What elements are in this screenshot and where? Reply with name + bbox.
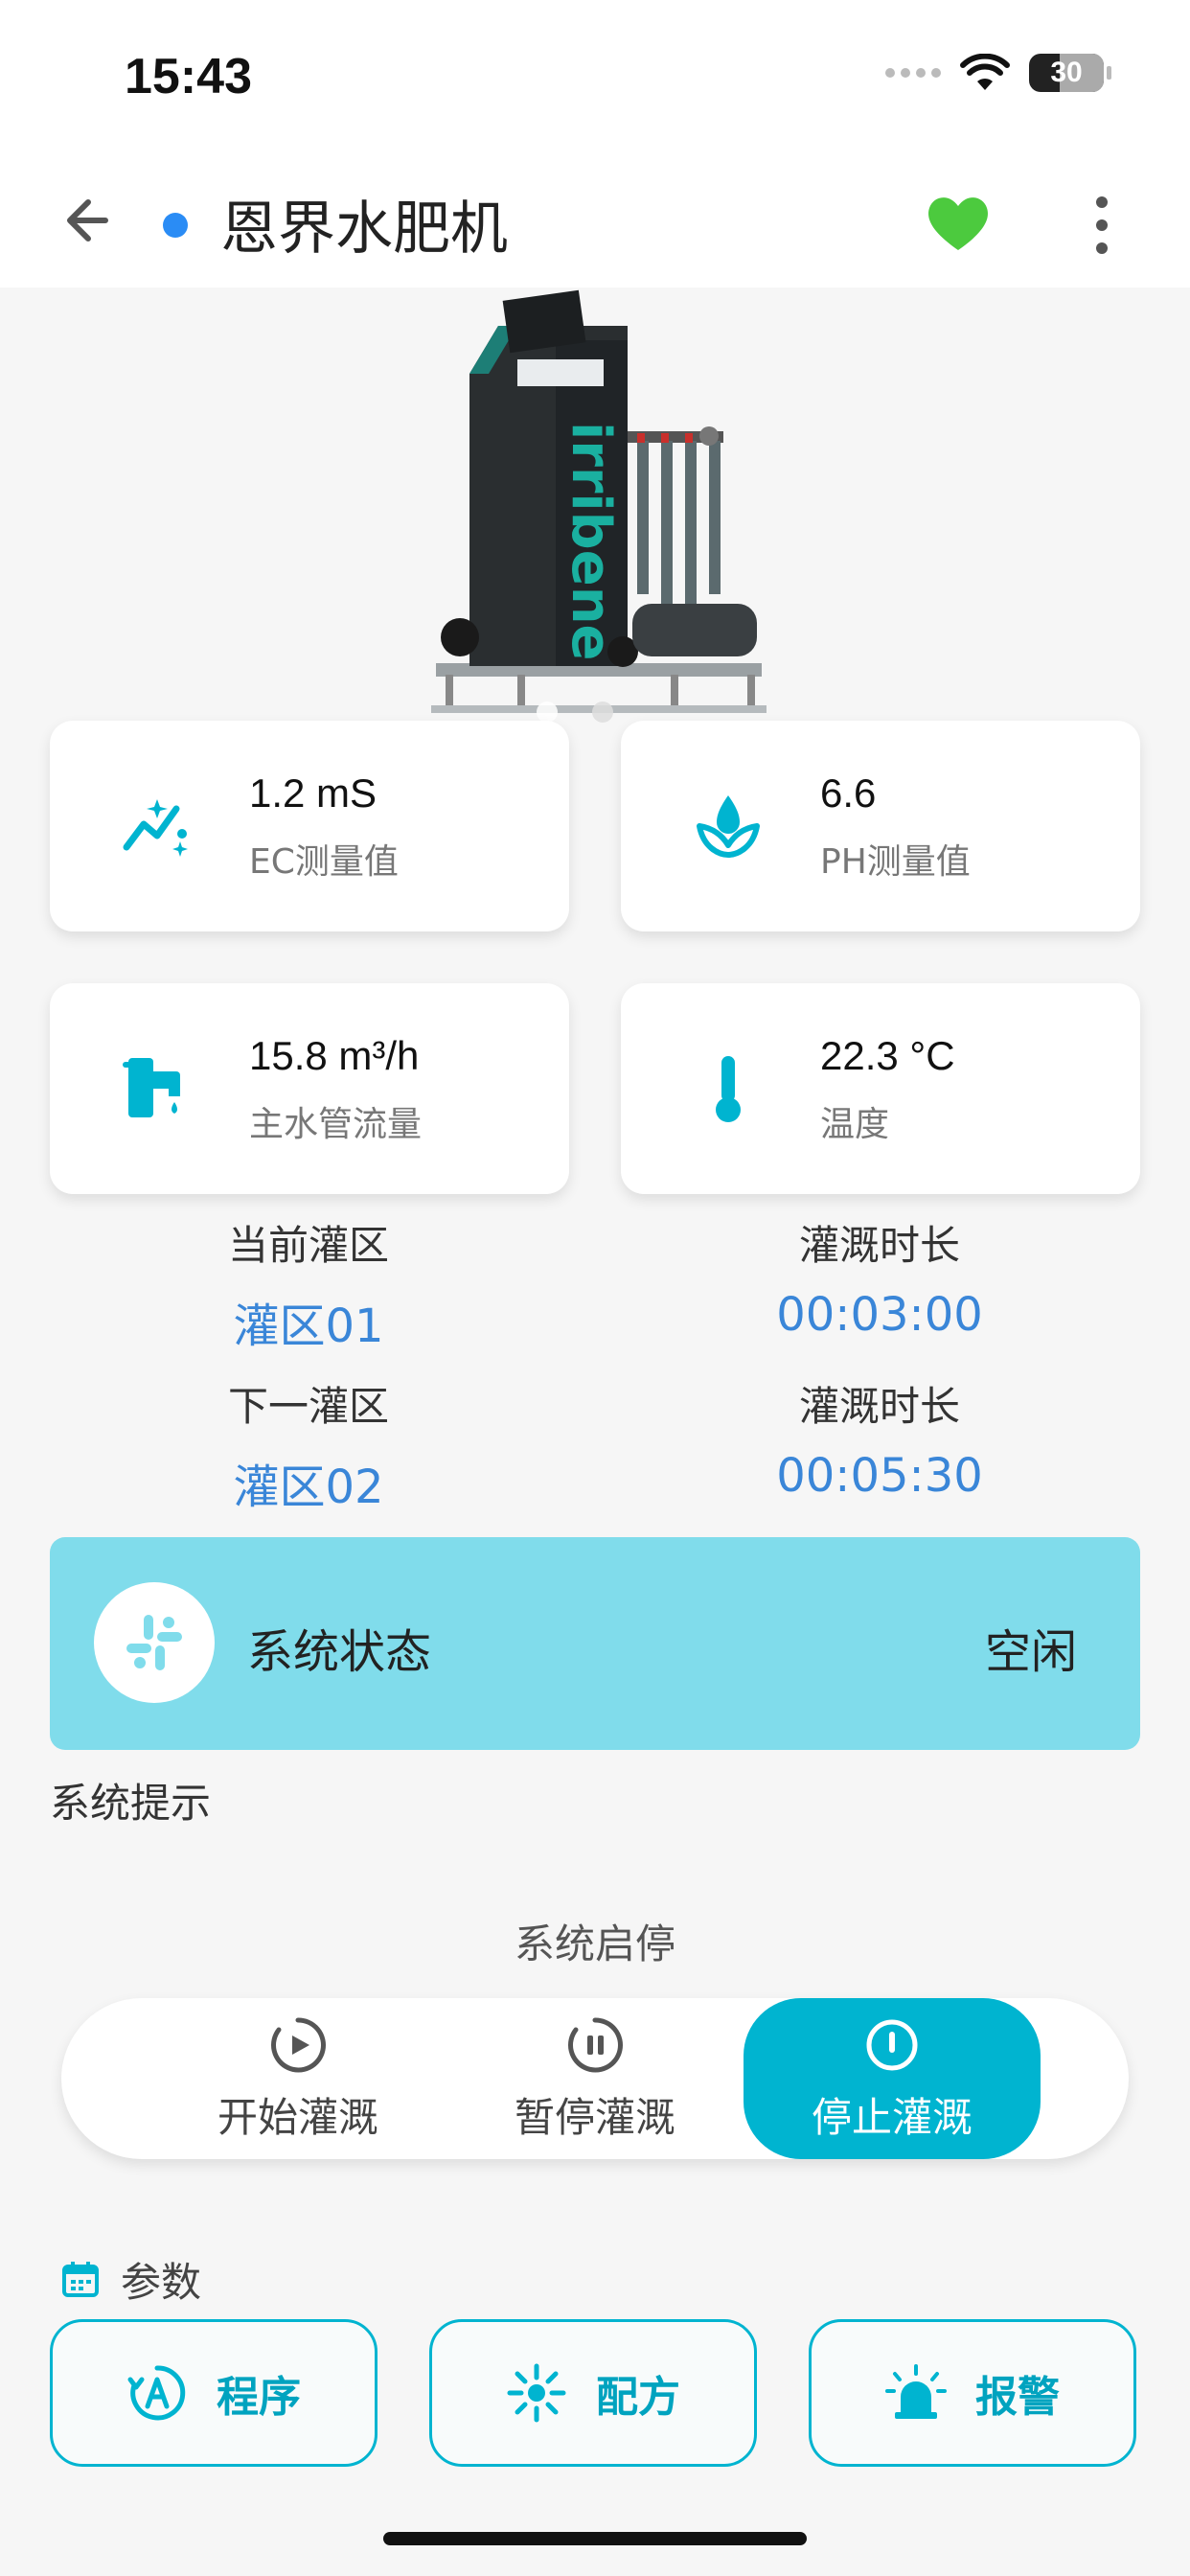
next-zone-label: 下一灌区 [227,1383,389,1430]
page-title: 恩界水肥机 [220,196,508,263]
svg-text:irribene: irribene [560,422,622,661]
heart-icon[interactable] [920,185,996,262]
system-status-panel: 系统状态 空闲 [50,1537,1140,1750]
next-duration-value: 00:05:30 [776,1449,983,1503]
ec-card: 1.2 mS EC测量值 [50,721,569,932]
online-status-dot [163,213,188,238]
alarm-button[interactable]: 报警 [809,2319,1136,2467]
carousel-indicator[interactable] [537,702,613,723]
temperature-value: 22.3 °C [820,1033,955,1078]
formula-label: 配方 [596,2373,680,2422]
start-irrigation-button[interactable]: 开始灌溉 [149,1998,446,2159]
fertigation-machine-image: irribene [431,289,767,713]
pause-irrigation-label: 暂停灌溉 [514,2093,675,2141]
system-status-value: 空闲 [984,1625,1077,1679]
water-drop-leaf-icon [697,795,760,858]
current-duration-label: 灌溉时长 [798,1222,960,1269]
pause-irrigation-button[interactable]: 暂停灌溉 [446,1998,744,2159]
ph-value: 6.6 [820,770,877,816]
system-status-label: 系统状态 [247,1625,432,1679]
system-hint-label: 系统提示 [50,1780,212,1827]
params-section-title: 参数 [59,2250,201,2309]
temperature-card: 22.3 °C 温度 [621,983,1140,1194]
stop-circle-icon [866,2019,918,2070]
system-status-icon [94,1582,215,1703]
stop-irrigation-label: 停止灌溉 [811,2093,973,2141]
current-zone-value: 灌区01 [233,1300,384,1353]
home-indicator[interactable] [383,2532,807,2545]
trend-chart-icon [123,799,188,857]
program-label: 程序 [217,2373,301,2422]
program-icon [127,2365,186,2421]
nav-bar: 恩界水肥机 [0,158,1190,288]
calendar-icon [62,2261,99,2297]
ph-card: 6.6 PH测量值 [621,721,1140,932]
next-zone-value: 灌区02 [233,1460,384,1514]
stop-irrigation-button[interactable]: 停止灌溉 [744,1998,1041,2159]
faucet-icon [123,1058,180,1117]
ec-label: EC测量值 [249,842,399,882]
status-bar: 15:43 30 [0,0,1190,158]
more-menu-icon[interactable] [1083,187,1121,264]
battery-level: 30 [1050,57,1083,88]
start-irrigation-label: 开始灌溉 [217,2093,378,2141]
wifi-icon [960,54,1010,90]
temperature-label: 温度 [820,1105,890,1144]
battery-indicator: 30 [1029,54,1111,92]
ph-label: PH测量值 [820,842,971,882]
params-title-label: 参数 [121,2259,202,2306]
flow-card: 15.8 m³/h 主水管流量 [50,983,569,1194]
formula-icon [507,2363,566,2423]
cellular-signal-icon [885,68,941,78]
next-duration-label: 灌溉时长 [798,1383,960,1430]
flow-label: 主水管流量 [249,1105,423,1144]
status-icons: 30 [885,54,1111,92]
flow-value: 15.8 m³/h [249,1033,420,1078]
current-duration-value: 00:03:00 [776,1288,983,1342]
program-button[interactable]: 程序 [50,2319,378,2467]
start-stop-label: 系统启停 [514,1920,675,1967]
current-zone-label: 当前灌区 [227,1222,389,1269]
pause-circle-icon [568,2016,623,2072]
ec-value: 1.2 mS [249,770,378,816]
device-image-carousel[interactable]: irribene [0,288,1190,728]
back-arrow-icon[interactable] [57,187,125,254]
alarm-icon [885,2364,947,2419]
alarm-label: 报警 [975,2373,1060,2422]
status-time: 15:43 [125,49,252,104]
irrigation-control-bar: 开始灌溉 暂停灌溉 停止灌溉 [61,1998,1129,2159]
formula-button[interactable]: 配方 [429,2319,757,2467]
thermometer-icon [716,1056,741,1122]
play-circle-icon [271,2016,326,2072]
